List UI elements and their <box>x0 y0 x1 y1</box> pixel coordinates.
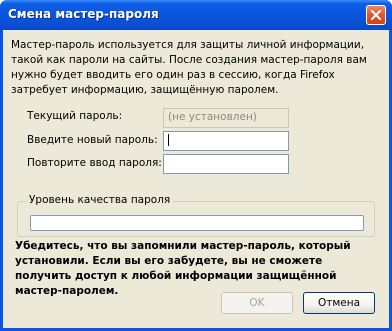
repeat-password-input[interactable] <box>163 154 289 174</box>
change-master-password-dialog: Смена мастер-пароля Мастер-пароль исполь… <box>0 0 392 331</box>
new-password-label: Введите новый пароль: <box>27 134 158 146</box>
new-password-input[interactable] <box>163 131 289 151</box>
password-quality-meter <box>30 215 364 231</box>
dialog-body: Мастер-пароль используется для защиты ли… <box>3 30 389 328</box>
current-password-label: Текущий пароль: <box>27 110 123 122</box>
ok-button-label: OK <box>249 297 265 309</box>
text-caret <box>168 134 169 146</box>
close-button[interactable] <box>366 5 386 25</box>
intro-text: Мастер-пароль используется для защиты ли… <box>11 39 367 96</box>
title-bar[interactable]: Смена мастер-пароля <box>0 0 392 30</box>
password-quality-label: Уровень качества пароля <box>26 194 174 206</box>
cancel-button[interactable]: Отмена <box>303 292 375 314</box>
current-password-field: (не установлен) <box>163 108 289 128</box>
close-icon <box>371 10 381 20</box>
cancel-button-label: Отмена <box>317 297 361 309</box>
window-title: Смена мастер-пароля <box>8 7 159 21</box>
repeat-password-label: Повторите ввод пароля: <box>27 157 162 169</box>
password-quality-group: Уровень качества пароля <box>17 194 375 237</box>
current-password-value: (не установлен) <box>168 111 257 123</box>
ok-button[interactable]: OK <box>221 292 293 314</box>
warning-text: Убедитесь, что вы запомнили мастер-парол… <box>15 240 351 297</box>
